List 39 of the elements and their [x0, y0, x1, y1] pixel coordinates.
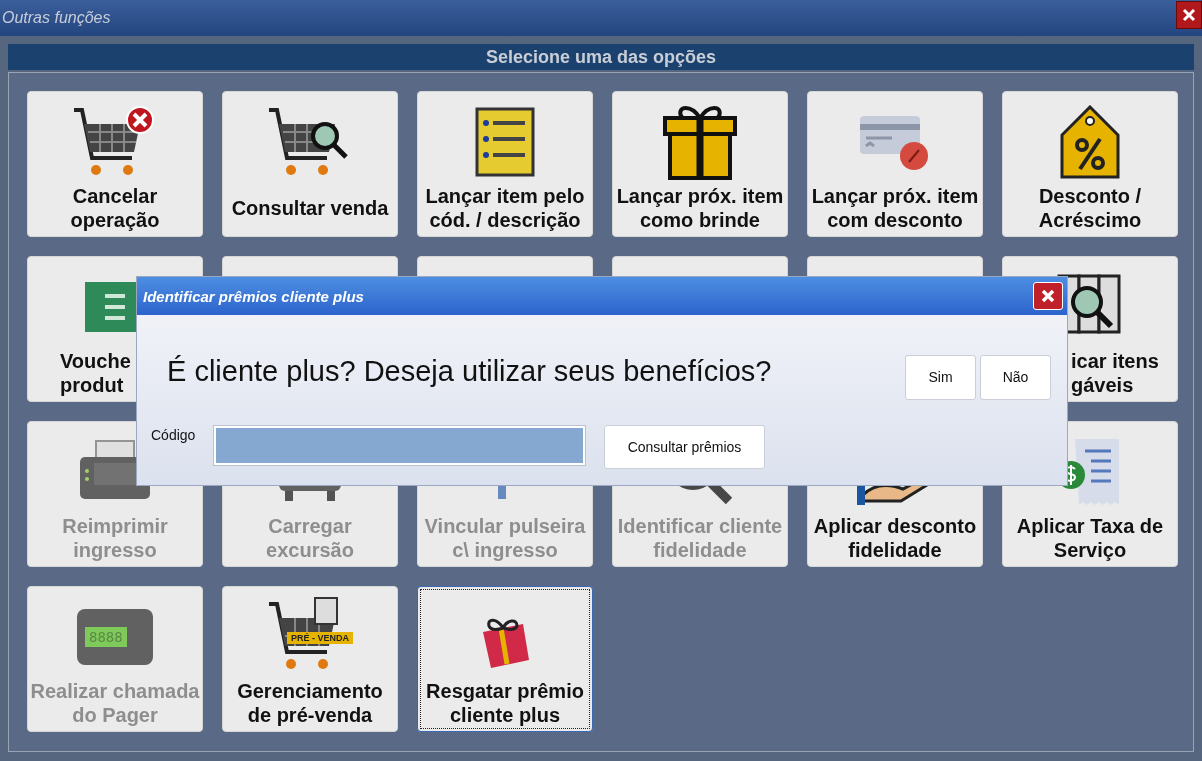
tile-label: Gerenciamento de pré-venda [236, 679, 384, 727]
yes-button[interactable]: Sim [905, 354, 976, 400]
gift-icon [663, 104, 737, 180]
tile-label: Carregar excursão [265, 514, 355, 562]
tile-label: Lançar item pelo cód. / descrição [424, 184, 586, 232]
tile-label: Realizar chamada do Pager [30, 679, 200, 727]
tile-label: Vincular pulseira c\ ingresso [423, 514, 587, 562]
tile-label: Lançar próx. item como brinde [615, 184, 785, 232]
option-tile[interactable]: Desconto / Acréscimo [1002, 91, 1178, 237]
no-button[interactable]: Não [980, 354, 1051, 400]
pager-display: 8888 [85, 627, 127, 647]
list-icon [475, 107, 535, 177]
tile-label: Desconto / Acréscimo [1037, 184, 1143, 232]
lookup-prizes-button[interactable]: Consultar prêmios [604, 425, 765, 469]
close-icon [1041, 289, 1055, 303]
tile-label: Aplicar Taxa de Serviço [1015, 514, 1165, 562]
code-label: Código [151, 427, 197, 443]
tile-label: Resgatar prêmio cliente plus [425, 679, 585, 727]
tile-label: Aplicar desconto fidelidade [812, 514, 978, 562]
option-tile[interactable]: Lançar próx. item com desconto [807, 91, 983, 237]
price-tag-icon [1060, 105, 1120, 179]
section-header: Selecione uma das opções [8, 44, 1194, 70]
code-input-field[interactable] [213, 425, 586, 466]
close-icon [1181, 7, 1197, 23]
tile-label: Consultar venda [231, 196, 389, 220]
option-tile[interactable]: Lançar próx. item como brinde [612, 91, 788, 237]
option-tile[interactable]: Lançar item pelo cód. / descrição [417, 91, 593, 237]
tile-label: Identificar cliente fidelidade [616, 514, 784, 562]
tile-label: Vouche produt [60, 349, 132, 397]
option-tile[interactable]: Cancelar operação [27, 91, 203, 237]
tile-label: icar itens gáveis [1071, 349, 1160, 397]
tile-label: Lançar próx. item com desconto [810, 184, 980, 232]
tile-label: Cancelar operação [69, 184, 161, 232]
option-tile[interactable]: PRÉ - VENDA Gerenciamento de pré-venda [222, 586, 398, 732]
tile-label: Reimprimir ingresso [61, 514, 169, 562]
close-button[interactable] [1176, 1, 1202, 29]
option-tile[interactable]: Consultar venda [222, 91, 398, 237]
window-title: Outras funções [1, 9, 111, 27]
option-tile[interactable]: Resgatar prêmio cliente plus [417, 586, 593, 732]
